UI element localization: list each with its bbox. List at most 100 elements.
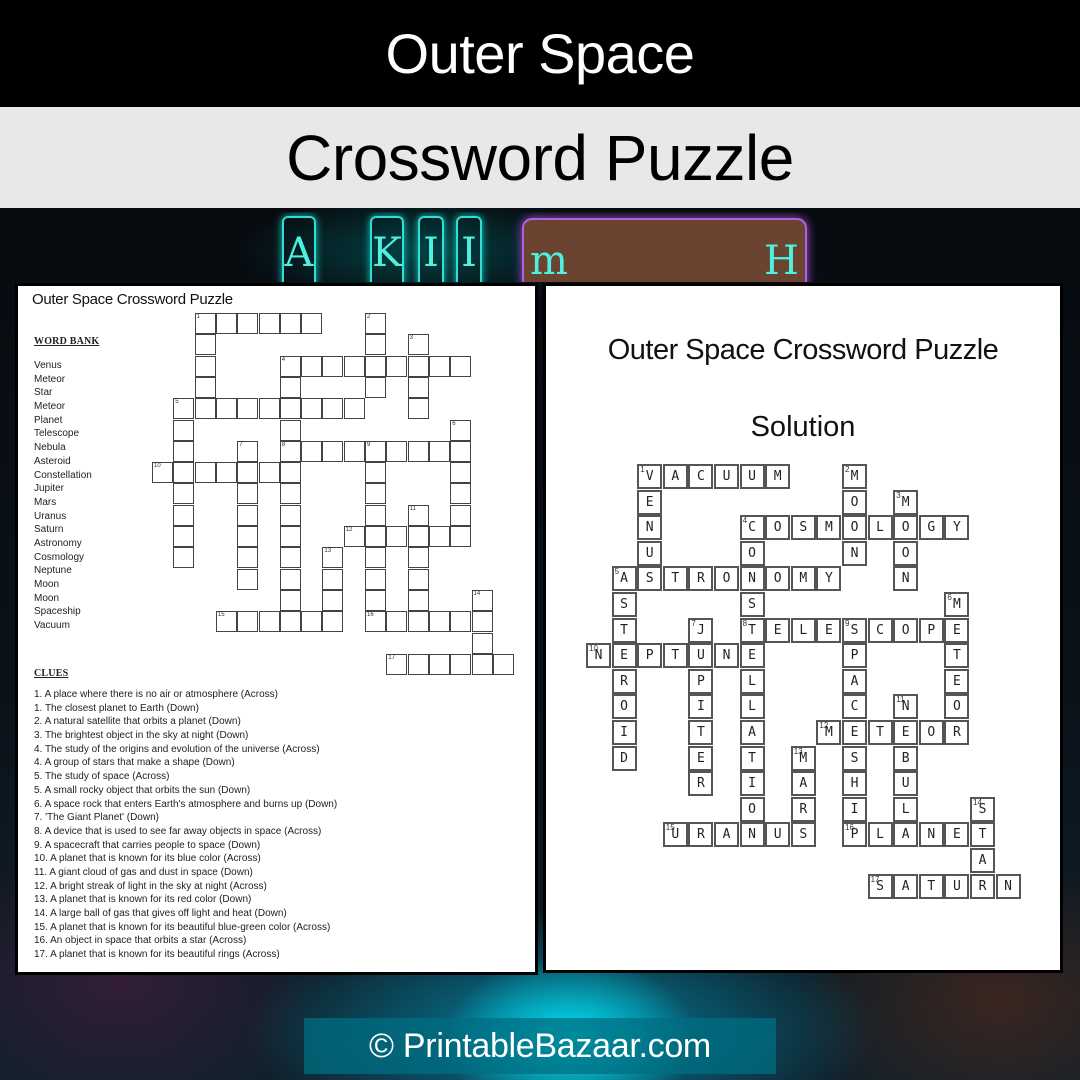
crossword-cell[interactable] — [365, 355, 386, 377]
copyright-badge[interactable]: © PrintableBazaar.com — [304, 1018, 776, 1074]
crossword-cell[interactable] — [407, 611, 429, 633]
crossword-cell[interactable] — [428, 526, 450, 547]
crossword-cell[interactable] — [450, 440, 472, 462]
crossword-cell[interactable] — [407, 589, 429, 611]
crossword-cell[interactable] — [322, 398, 344, 420]
crossword-cell[interactable]: 17 — [386, 653, 408, 675]
crossword-cell[interactable] — [343, 440, 365, 462]
crossword-cell[interactable] — [279, 419, 301, 441]
crossword-cell[interactable] — [365, 526, 386, 547]
crossword-cell[interactable] — [365, 483, 386, 505]
crossword-cell[interactable] — [450, 504, 472, 526]
crossword-cell[interactable] — [237, 313, 259, 334]
crossword-cell[interactable] — [258, 313, 280, 334]
crossword-cell[interactable] — [301, 440, 323, 462]
crossword-cell[interactable] — [407, 398, 429, 420]
crossword-cell[interactable] — [173, 504, 195, 526]
crossword-cell[interactable] — [301, 313, 323, 334]
crossword-cell[interactable] — [365, 547, 386, 569]
crossword-cell[interactable] — [386, 611, 408, 633]
crossword-cell[interactable] — [194, 334, 216, 356]
crossword-cell[interactable] — [237, 483, 259, 505]
crossword-cell[interactable]: 5 — [173, 398, 195, 420]
crossword-cell[interactable]: 10 — [152, 462, 173, 484]
crossword-cell[interactable] — [173, 526, 195, 547]
crossword-cell[interactable] — [365, 376, 386, 398]
crossword-cell[interactable] — [194, 398, 216, 420]
crossword-cell[interactable] — [428, 611, 450, 633]
crossword-cell[interactable]: 15 — [215, 611, 237, 633]
crossword-cell[interactable] — [173, 547, 195, 569]
crossword-cell[interactable] — [301, 611, 323, 633]
crossword-cell[interactable] — [237, 547, 259, 569]
crossword-cell[interactable] — [301, 355, 323, 377]
crossword-cell[interactable] — [215, 462, 237, 484]
crossword-cell[interactable]: 11 — [407, 504, 429, 526]
crossword-cell[interactable]: 9 — [365, 440, 386, 462]
crossword-cell[interactable] — [365, 568, 386, 590]
crossword-cell[interactable] — [173, 419, 195, 441]
crossword-cell[interactable] — [258, 462, 280, 484]
crossword-cell[interactable] — [173, 440, 195, 462]
crossword-cell[interactable]: 7 — [237, 440, 259, 462]
crossword-cell[interactable] — [279, 568, 301, 590]
crossword-cell[interactable]: 16 — [365, 611, 386, 633]
crossword-cell[interactable] — [450, 462, 472, 484]
crossword-cell[interactable] — [407, 526, 429, 547]
crossword-cell[interactable] — [492, 653, 514, 675]
crossword-cell[interactable] — [194, 462, 216, 484]
crossword-cell[interactable] — [450, 483, 472, 505]
crossword-cell[interactable]: 8 — [279, 440, 301, 462]
crossword-cell[interactable] — [450, 526, 472, 547]
crossword-cell[interactable] — [322, 440, 344, 462]
crossword-cell[interactable] — [450, 355, 472, 377]
crossword-cell[interactable] — [407, 355, 429, 377]
crossword-cell[interactable] — [386, 526, 408, 547]
crossword-cell[interactable]: 6 — [450, 419, 472, 441]
crossword-cell[interactable] — [279, 313, 301, 334]
crossword-cell[interactable] — [407, 653, 429, 675]
crossword-cell[interactable] — [428, 355, 450, 377]
crossword-cell[interactable]: 1 — [194, 313, 216, 334]
crossword-cell[interactable] — [279, 462, 301, 484]
crossword-cell[interactable] — [215, 398, 237, 420]
crossword-cell[interactable]: 4 — [279, 355, 301, 377]
crossword-cell[interactable]: 13 — [322, 547, 344, 569]
crossword-cell[interactable] — [322, 568, 344, 590]
crossword-cell[interactable] — [322, 355, 344, 377]
crossword-cell[interactable] — [428, 653, 450, 675]
crossword-cell[interactable] — [301, 398, 323, 420]
crossword-cell[interactable] — [173, 483, 195, 505]
crossword-cell[interactable] — [471, 653, 493, 675]
crossword-cell[interactable] — [237, 398, 259, 420]
crossword-cell[interactable]: 3 — [407, 334, 429, 356]
crossword-cell[interactable] — [279, 589, 301, 611]
crossword-cell[interactable] — [450, 611, 472, 633]
crossword-cell[interactable] — [407, 568, 429, 590]
crossword-cell[interactable] — [194, 355, 216, 377]
crossword-cell[interactable] — [450, 653, 472, 675]
crossword-cell[interactable] — [279, 376, 301, 398]
crossword-cell[interactable] — [365, 504, 386, 526]
crossword-cell[interactable] — [279, 398, 301, 420]
crossword-cell[interactable] — [258, 398, 280, 420]
crossword-cell[interactable] — [322, 611, 344, 633]
crossword-cell[interactable] — [279, 611, 301, 633]
crossword-cell[interactable] — [471, 611, 493, 633]
crossword-cell[interactable] — [237, 504, 259, 526]
crossword-cell[interactable] — [386, 355, 408, 377]
crossword-cell[interactable] — [279, 526, 301, 547]
crossword-cell[interactable] — [365, 334, 386, 356]
crossword-cell[interactable]: 12 — [343, 526, 365, 547]
crossword-cell[interactable] — [258, 611, 280, 633]
crossword-cell[interactable]: 2 — [365, 313, 386, 334]
crossword-cell[interactable] — [237, 462, 259, 484]
crossword-cell[interactable] — [386, 440, 408, 462]
crossword-cell[interactable] — [471, 632, 493, 654]
crossword-cell[interactable] — [279, 483, 301, 505]
crossword-cell[interactable] — [343, 398, 365, 420]
crossword-cell[interactable] — [237, 526, 259, 547]
crossword-cell[interactable] — [407, 547, 429, 569]
crossword-cell[interactable] — [173, 462, 195, 484]
crossword-cell[interactable] — [322, 589, 344, 611]
